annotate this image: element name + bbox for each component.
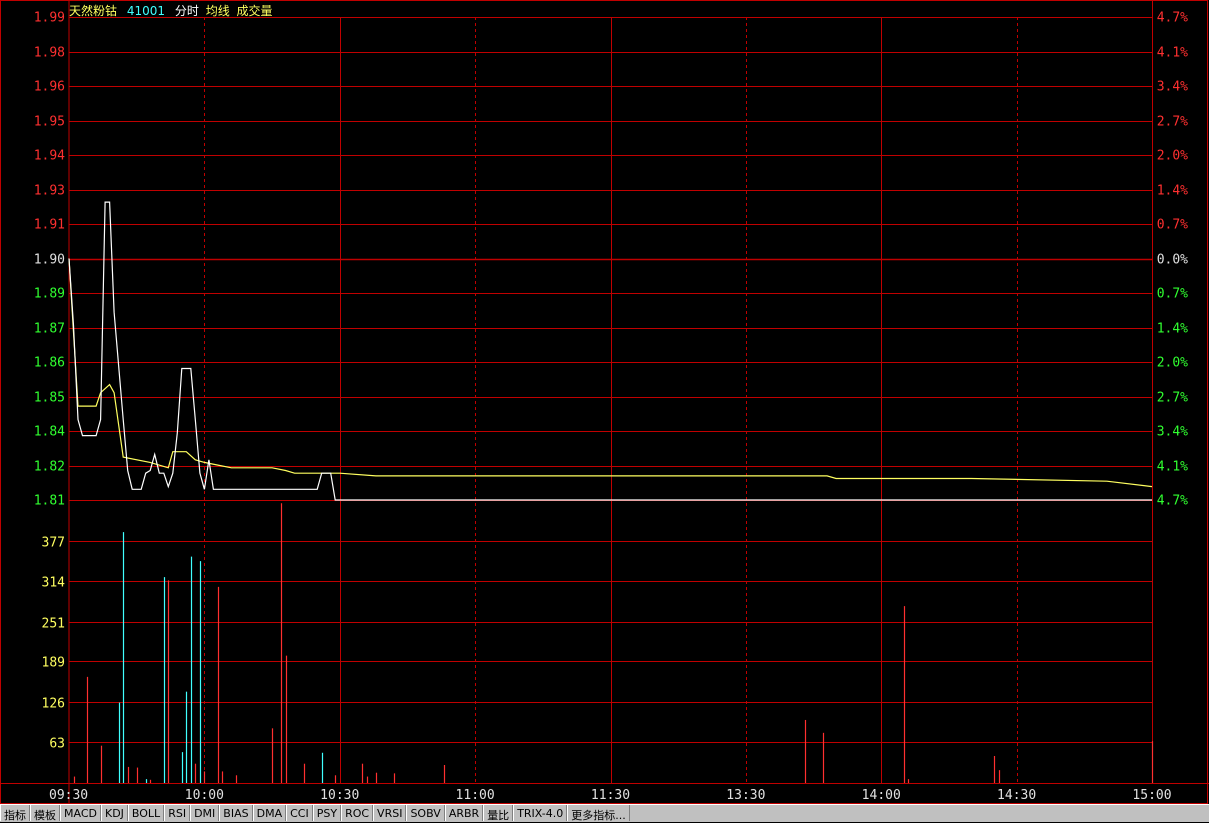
percent-tick-label: 2.7%	[1157, 115, 1188, 130]
percent-tick-label: 0.7%	[1157, 218, 1188, 233]
price-tick-label: 1.99	[34, 11, 65, 26]
price-tick-label: 1.90	[34, 253, 65, 268]
volume-tick-label: 377	[42, 536, 65, 551]
percent-tick-label: 3.4%	[1157, 80, 1188, 95]
intraday-chart[interactable]: 1.99 4.7% 1.98 4.1% 1.96 3.4% 1.95 2.7% 1.94 2.0%…	[0, 0, 1209, 804]
indicator-tab[interactable]: MACD	[60, 805, 101, 821]
indicator-tab[interactable]: KDJ	[100, 805, 128, 821]
indicator-tab[interactable]: DMI	[190, 805, 220, 821]
indicator-tab[interactable]: 模板	[30, 805, 60, 822]
volume-tick-label: 251	[42, 617, 65, 632]
price-line	[68, 201, 1152, 501]
price-tick-label: 1.91	[34, 218, 65, 233]
indicator-tab[interactable]: DMA	[252, 805, 287, 821]
indicator-tab-bar: 指标 模板 MACD KDJ BOLL RSI DMI BIAS DMA CCI PSY ROC VRS…	[0, 804, 1209, 822]
indicator-tab[interactable]: RSI	[164, 805, 191, 821]
time-tick-label: 09:30	[49, 788, 88, 803]
volume-tick-label: 314	[42, 576, 66, 591]
price-tick-label: 1.89	[34, 287, 65, 302]
price-tick-label: 1.95	[34, 115, 65, 130]
indicator-tab[interactable]: 更多指标...	[567, 805, 630, 822]
price-tick-label: 1.81	[34, 494, 65, 509]
time-tick-label: 11:30	[591, 788, 630, 803]
volume-tick-label: 63	[49, 737, 65, 752]
price-tick-label: 1.96	[34, 80, 65, 95]
indicator-tab[interactable]: CCI	[286, 805, 313, 821]
price-tick-label: 1.84	[34, 425, 65, 440]
indicator-tab[interactable]: 量比	[483, 805, 514, 822]
price-tick-label: 1.94	[34, 149, 65, 164]
percent-tick-label: 2.7%	[1157, 391, 1188, 406]
indicator-tab[interactable]: ARBR	[444, 805, 484, 821]
price-tick-label: 1.87	[34, 322, 65, 337]
time-tick-label: 11:00	[456, 788, 495, 803]
percent-tick-label: 0.0%	[1157, 253, 1188, 268]
percent-tick-label: 4.7%	[1157, 11, 1188, 26]
indicator-tab[interactable]: VRSI	[373, 805, 407, 821]
percent-tick-label: 4.7%	[1157, 494, 1188, 509]
indicator-tab[interactable]: PSY	[312, 805, 342, 821]
volume-tick-label: 189	[42, 656, 65, 671]
percent-tick-label: 4.1%	[1157, 460, 1188, 475]
percent-tick-label: 0.7%	[1157, 287, 1188, 302]
percent-tick-label: 2.0%	[1157, 149, 1188, 164]
indicator-tab[interactable]: BIAS	[219, 805, 253, 821]
time-tick-label: 14:30	[997, 788, 1036, 803]
indicator-tab[interactable]: ROC	[341, 805, 374, 821]
volume-tick-label: 126	[42, 697, 65, 712]
price-tick-label: 1.93	[34, 184, 65, 199]
price-tick-label: 1.82	[34, 460, 65, 475]
percent-tick-label: 1.4%	[1157, 184, 1188, 199]
chart-frame	[0, 0, 1208, 804]
indicator-tab[interactable]: 指标	[0, 805, 30, 822]
indicator-tab[interactable]: SOBV	[406, 805, 445, 821]
percent-tick-label: 2.0%	[1157, 356, 1188, 371]
price-tick-label: 1.85	[34, 391, 65, 406]
time-tick-label: 15:00	[1132, 788, 1171, 803]
time-tick-label: 10:30	[320, 788, 359, 803]
price-tick-label: 1.98	[34, 46, 65, 61]
average-price-line	[68, 258, 1153, 488]
price-tick-label: 1.86	[34, 356, 65, 371]
percent-tick-label: 3.4%	[1157, 425, 1188, 440]
percent-tick-label: 1.4%	[1157, 322, 1188, 337]
indicator-tab[interactable]: BOLL	[127, 805, 165, 821]
percent-tick-label: 4.1%	[1157, 46, 1188, 61]
time-tick-label: 14:00	[862, 788, 901, 803]
time-tick-label: 13:30	[726, 788, 765, 803]
indicator-tab[interactable]: TRIX-4.0	[513, 805, 568, 821]
time-tick-label: 10:00	[185, 788, 224, 803]
